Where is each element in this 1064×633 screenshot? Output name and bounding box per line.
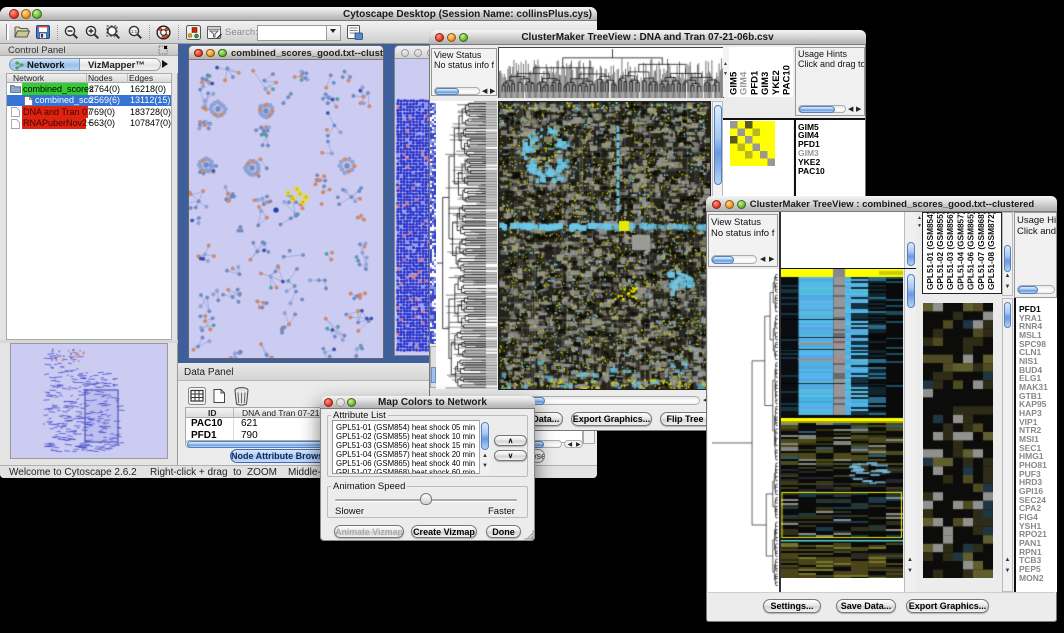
svg-text:PFD1: PFD1	[749, 70, 760, 95]
svg-text:GPL51-03 (GSM856): GPL51-03 (GSM856)	[946, 212, 955, 290]
svg-text:GPL51-02 (GSM855): GPL51-02 (GSM855)	[936, 212, 945, 290]
svg-text:GPL51-01 (GSM854): GPL51-01 (GSM854)	[926, 212, 935, 290]
svg-text:GPL51-08 (GSM872): GPL51-08 (GSM872)	[987, 212, 996, 290]
svg-text:1:1: 1:1	[131, 29, 138, 34]
svg-text:GIM3: GIM3	[760, 72, 771, 95]
svg-text:YKE2: YKE2	[771, 70, 782, 95]
svg-text:PAC10: PAC10	[782, 65, 793, 95]
svg-text:GPL51-06 (GSM865): GPL51-06 (GSM865)	[967, 212, 976, 290]
svg-text:GPL51-07 (GSM868): GPL51-07 (GSM868)	[977, 212, 986, 290]
svg-text:GIM4: GIM4	[739, 71, 750, 95]
svg-text:GPL51-04 (GSM857): GPL51-04 (GSM857)	[956, 212, 965, 290]
